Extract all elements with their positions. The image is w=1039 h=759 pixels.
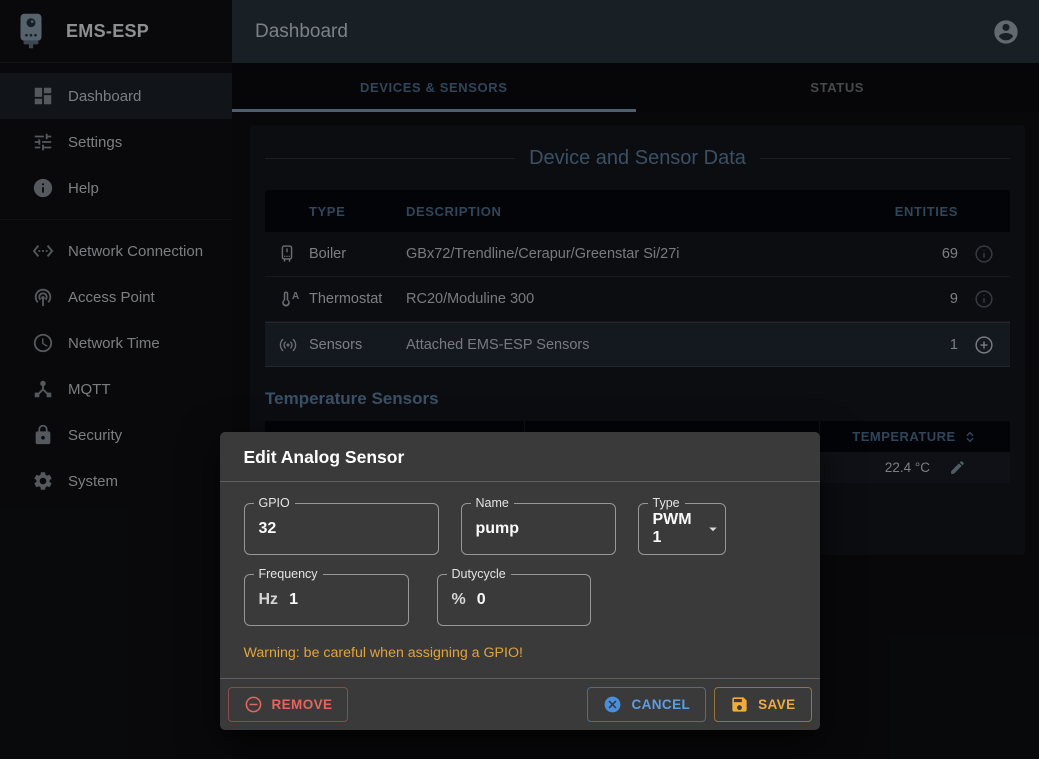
type-value: PWM 1 bbox=[653, 511, 692, 547]
dutycycle-value: 0 bbox=[477, 591, 486, 609]
save-button[interactable]: SAVE bbox=[714, 687, 811, 722]
frequency-unit: Hz bbox=[259, 591, 279, 609]
gpio-value: 32 bbox=[259, 520, 277, 538]
name-label: Name bbox=[471, 496, 514, 510]
name-value: pump bbox=[476, 520, 520, 538]
name-field[interactable]: Name pump bbox=[461, 503, 616, 555]
dialog-body: GPIO 32 Name pump Type PWM 1 Frequenc bbox=[220, 482, 820, 661]
type-label: Type bbox=[648, 496, 685, 510]
edit-analog-sensor-dialog: Edit Analog Sensor GPIO 32 Name pump Typ… bbox=[220, 432, 820, 730]
dialog-footer: REMOVE CANCEL SAVE bbox=[220, 678, 820, 730]
save-floppy-icon bbox=[730, 695, 749, 714]
chevron-down-icon bbox=[704, 520, 722, 538]
dialog-title: Edit Analog Sensor bbox=[220, 432, 820, 482]
dutycycle-field[interactable]: Dutycycle % 0 bbox=[437, 574, 591, 626]
gpio-warning-text: Warning: be careful when assigning a GPI… bbox=[244, 645, 796, 661]
frequency-field[interactable]: Frequency Hz 1 bbox=[244, 574, 409, 626]
remove-button[interactable]: REMOVE bbox=[228, 687, 349, 722]
frequency-label: Frequency bbox=[254, 567, 323, 581]
type-select[interactable]: Type PWM 1 bbox=[638, 503, 726, 555]
dutycycle-unit: % bbox=[452, 591, 466, 609]
frequency-value: 1 bbox=[289, 591, 298, 609]
cancel-circle-icon bbox=[603, 695, 622, 714]
dutycycle-label: Dutycycle bbox=[447, 567, 511, 581]
remove-circle-icon bbox=[244, 695, 263, 714]
cancel-button[interactable]: CANCEL bbox=[587, 687, 706, 722]
ems-esp-app: EMS-ESP Dashboard Settings Help bbox=[0, 0, 1039, 759]
gpio-field[interactable]: GPIO 32 bbox=[244, 503, 439, 555]
gpio-label: GPIO bbox=[254, 496, 295, 510]
